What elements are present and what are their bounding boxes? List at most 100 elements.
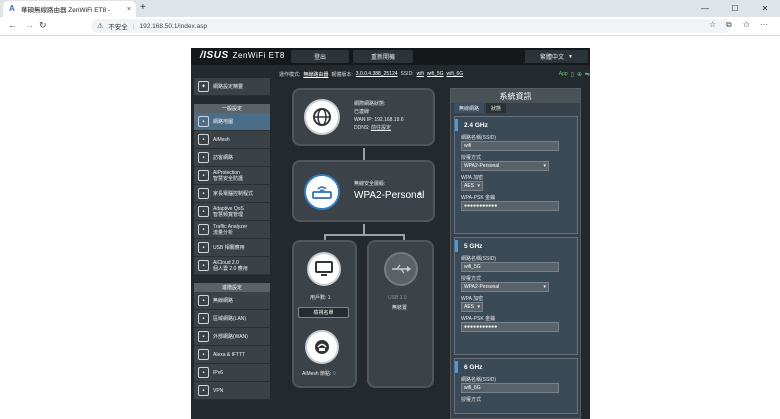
forward-icon[interactable]: →	[25, 20, 34, 30]
router-topbar: /ISUS ZenWiFi ET8 登出 重新開機 繁體中文 ▼	[191, 48, 590, 65]
sidebar-item[interactable]: ▪ AiMesh	[194, 131, 270, 149]
tab-wireless[interactable]: 無線網路	[454, 103, 485, 113]
ipv6-icon: ▪	[198, 367, 209, 378]
sidebar-item-label: AiProtection	[213, 169, 240, 176]
ssid-label: SSID:	[400, 71, 414, 77]
ddns-link[interactable]: 前往設定	[371, 125, 391, 131]
operation-mode-link[interactable]: 無線路由器	[303, 71, 328, 78]
sidebar-item-quick-setup[interactable]: ✦ 網路設定精靈	[194, 78, 270, 96]
favorites-icon[interactable]: ✩	[743, 20, 750, 29]
aimesh-node-icon	[305, 330, 339, 364]
maximize-window-icon[interactable]: ☐	[720, 0, 750, 17]
ssid-input[interactable]: wifi	[461, 141, 559, 151]
panel-title: 系統資訊	[451, 89, 580, 103]
browser-tab[interactable]: A 華碩無線路由器 ZenWiFi ET8 - ×	[3, 1, 136, 17]
internet-status-icon[interactable]: ⊕	[577, 71, 582, 78]
sidebar-item[interactable]: ▪ Alexa & IFTTT	[194, 346, 270, 364]
sidebar-item-label: Adaptive QoS	[213, 205, 244, 212]
ssid-input[interactable]: wifi_6G	[461, 383, 559, 393]
panel-tabs: 無線網路 狀態	[451, 103, 580, 113]
auth-method-value: WPA2-Personal	[464, 163, 500, 169]
view-list-button[interactable]: 檢視名單	[298, 307, 349, 318]
sidebar-item-label: 網路地圖	[213, 118, 234, 125]
psk-key-input[interactable]: ●●●●●●●●●●●	[461, 201, 559, 211]
sidebar-item[interactable]: ▪ USB 相關應用	[194, 239, 270, 257]
sidebar-item[interactable]: ▪ 外部網路(WAN)	[194, 328, 270, 346]
sidebar-item[interactable]: ▪ 網路地圖	[194, 113, 270, 131]
router-card[interactable]: 無線安全層級: WPA2-Personal 🔒︎	[292, 160, 435, 222]
ssid-link-2[interactable]: wifi_5G	[427, 71, 444, 77]
sidebar-item[interactable]: ▪ Traffic Analyzer 流量分析	[194, 221, 270, 239]
ssid-link-1[interactable]: wifi	[417, 71, 424, 77]
chevron-down-icon: ▾	[477, 304, 480, 310]
close-window-icon[interactable]: ✕	[750, 0, 780, 17]
sidebar-item[interactable]: ▪ VPN	[194, 382, 270, 400]
auth-method-select[interactable]: WPA2-Personal ▾	[461, 282, 549, 292]
app-link[interactable]: App	[559, 71, 568, 77]
router-admin-ui: /ISUS ZenWiFi ET8 登出 重新開機 繁體中文 ▼ 運作模式: 無線…	[191, 48, 590, 419]
psk-key-input[interactable]: ●●●●●●●●●●●	[461, 322, 559, 332]
wpa-encryption-select[interactable]: AES ▾	[461, 181, 483, 191]
logout-button[interactable]: 登出	[291, 50, 349, 63]
ssid-link-3[interactable]: wifi_6G	[447, 71, 464, 77]
add-favorite-icon[interactable]: ☆	[709, 20, 716, 29]
usb-card[interactable]: USB 3.0 無裝置	[367, 240, 434, 388]
usb-icon: ▪	[198, 242, 209, 253]
firmware-link[interactable]: 3.0.0.4.388_25124	[356, 71, 398, 77]
tab-status[interactable]: 狀態	[486, 103, 507, 113]
clients-card[interactable]: 用戶數: 1 檢視名單 AiMesh 節點: 0	[292, 240, 357, 388]
asus-logo: /ISUS ZenWiFi ET8	[200, 50, 285, 61]
minimize-window-icon[interactable]: —	[690, 0, 720, 17]
sidebar-item-label: 區域網路(LAN)	[213, 315, 247, 322]
reboot-button[interactable]: 重新開機	[353, 50, 413, 63]
chevron-down-icon: ▾	[543, 163, 546, 169]
security-level-label: 無線安全層級:	[354, 181, 386, 187]
sidebar-item-label: VPN	[213, 387, 224, 394]
wan-icon: ▪	[198, 331, 209, 342]
sidebar-item[interactable]: ▪ AiProtection 智慧安全防護	[194, 167, 270, 185]
mobile-app-icon[interactable]: ▯	[571, 71, 574, 78]
new-tab-button[interactable]: +	[140, 2, 146, 13]
sidebar-item-label: IPv6	[213, 369, 224, 376]
sidebar-item[interactable]: ▪ 無線網路	[194, 292, 270, 310]
ssid-input[interactable]: wifi_5G	[461, 262, 559, 272]
aimesh-icon: ▪	[198, 134, 209, 145]
internet-card[interactable]: 網際網路狀態: 已連線 WAN IP: 192.168.19.6 DDNS: 前…	[292, 88, 435, 146]
sidebar-item[interactable]: ▪ 區域網路(LAN)	[194, 310, 270, 328]
wireless-icon: ▪	[198, 295, 209, 306]
sidebar-item[interactable]: ▪ AiCloud 2.0 個人雲 2.0 應用	[194, 257, 270, 275]
model-name: ZenWiFi ET8	[232, 51, 285, 60]
auth-method-select[interactable]: WPA2-Personal ▾	[461, 161, 549, 171]
wpa-encryption-value: AES	[464, 304, 475, 310]
back-icon[interactable]: ←	[8, 20, 17, 30]
close-tab-icon[interactable]: ×	[127, 6, 131, 13]
chevron-down-icon: ▼	[568, 53, 573, 60]
connector-line	[363, 224, 365, 234]
language-select[interactable]: 繁體中文 ▼	[525, 50, 588, 63]
auth-method-value: WPA2-Personal	[464, 284, 500, 290]
chevron-down-icon: ▾	[543, 284, 546, 290]
sidebar-item[interactable]: ▪ 訪客網路	[194, 149, 270, 167]
aimesh-nodes-count[interactable]: 0	[333, 371, 336, 377]
wpa-encryption-select[interactable]: AES ▾	[461, 302, 483, 312]
system-info-panel: 系統資訊 無線網路 狀態 2.4 GHz 網路名稱(SSID) wifi 授權方式 WP…	[450, 88, 581, 419]
split-screen-icon[interactable]: ⧉	[726, 20, 732, 30]
reload-icon[interactable]: ↻	[39, 20, 47, 31]
vpn-icon: ▪	[198, 385, 209, 396]
usb-status-icon[interactable]: ⇋	[585, 71, 590, 78]
sidebar-item[interactable]: ▪ Adaptive QoS 智慧頻寬管理	[194, 203, 270, 221]
sidebar-item-sublabel: 智慧安全防護	[213, 175, 244, 182]
shield-icon: ▪	[198, 170, 209, 181]
alexa-icon: ▪	[198, 349, 209, 360]
sidebar-item[interactable]: ▪ 家長電腦控制程式	[194, 185, 270, 203]
usb-port-label: USB 3.0	[388, 295, 407, 301]
more-menu-icon[interactable]: ⋯	[760, 20, 768, 29]
url-field[interactable]: ⚠ 不安全 | 192.168.50.1/index.asp	[91, 19, 731, 33]
url-text: 192.168.50.1/index.asp	[139, 22, 208, 30]
site-info-icon[interactable]: ⚠	[97, 22, 103, 30]
sidebar-item-sublabel: 個人雲 2.0 應用	[213, 265, 248, 272]
sidebar-item[interactable]: ▪ IPv6	[194, 364, 270, 382]
address-bar-row: ← → ↻ ⚠ 不安全 | 192.168.50.1/index.asp ☆ ⧉…	[0, 17, 780, 36]
page-content: /ISUS ZenWiFi ET8 登出 重新開機 繁體中文 ▼ 運作模式: 無線…	[0, 36, 780, 419]
general-settings-header: 一般設定	[194, 104, 270, 113]
